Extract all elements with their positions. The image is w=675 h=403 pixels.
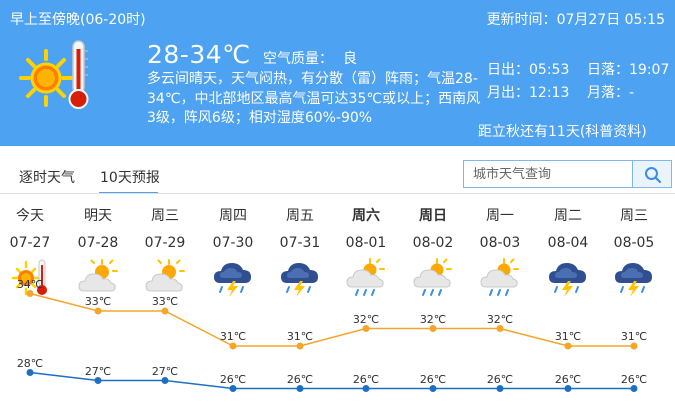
low-temp-label: 26℃ xyxy=(620,372,648,386)
high-temp-point xyxy=(296,342,304,350)
high-temp-label: 32℃ xyxy=(352,312,380,326)
low-temp-point xyxy=(362,385,370,392)
low-temp-point xyxy=(296,385,304,392)
high-temp-label: 31℃ xyxy=(219,330,247,343)
high-temp-label: 31℃ xyxy=(286,330,314,343)
high-temp-label: 33℃ xyxy=(151,295,179,308)
low-temp-label: 27℃ xyxy=(151,364,179,378)
high-temp-point xyxy=(496,325,504,332)
high-temp-label: 32℃ xyxy=(486,312,514,326)
low-temp-line xyxy=(29,371,634,390)
low-temp-point xyxy=(94,377,102,384)
high-temp-point xyxy=(26,290,34,297)
high-temp-point xyxy=(94,307,102,315)
high-temp-point xyxy=(161,307,169,315)
high-temp-point xyxy=(564,342,572,350)
low-temp-point xyxy=(630,385,638,392)
high-temp-label: 33℃ xyxy=(84,295,112,308)
low-temp-point xyxy=(26,369,34,376)
low-temp-label: 26℃ xyxy=(352,372,380,386)
low-temp-point xyxy=(229,385,237,392)
high-temp-point xyxy=(429,325,437,332)
low-temp-label: 26℃ xyxy=(554,372,582,386)
high-temp-line xyxy=(29,292,634,347)
low-temp-point xyxy=(496,385,504,392)
high-temp-point xyxy=(630,342,638,350)
high-temp-label: 31℃ xyxy=(554,330,582,343)
high-temp-label: 32℃ xyxy=(419,312,447,326)
low-temp-point xyxy=(564,385,572,392)
low-temp-label: 26℃ xyxy=(286,372,314,386)
high-temp-label: 31℃ xyxy=(620,330,648,343)
low-temp-label: 26℃ xyxy=(219,372,247,386)
low-temp-label: 28℃ xyxy=(16,356,44,370)
high-temp-point xyxy=(362,325,370,332)
low-temp-point xyxy=(161,377,169,384)
high-temp-label: 34℃ xyxy=(16,277,44,291)
low-temp-point xyxy=(429,385,437,392)
low-temp-label: 26℃ xyxy=(486,372,514,386)
low-temp-label: 27℃ xyxy=(84,364,112,378)
high-temp-point xyxy=(229,342,237,350)
low-temp-label: 26℃ xyxy=(419,372,447,386)
